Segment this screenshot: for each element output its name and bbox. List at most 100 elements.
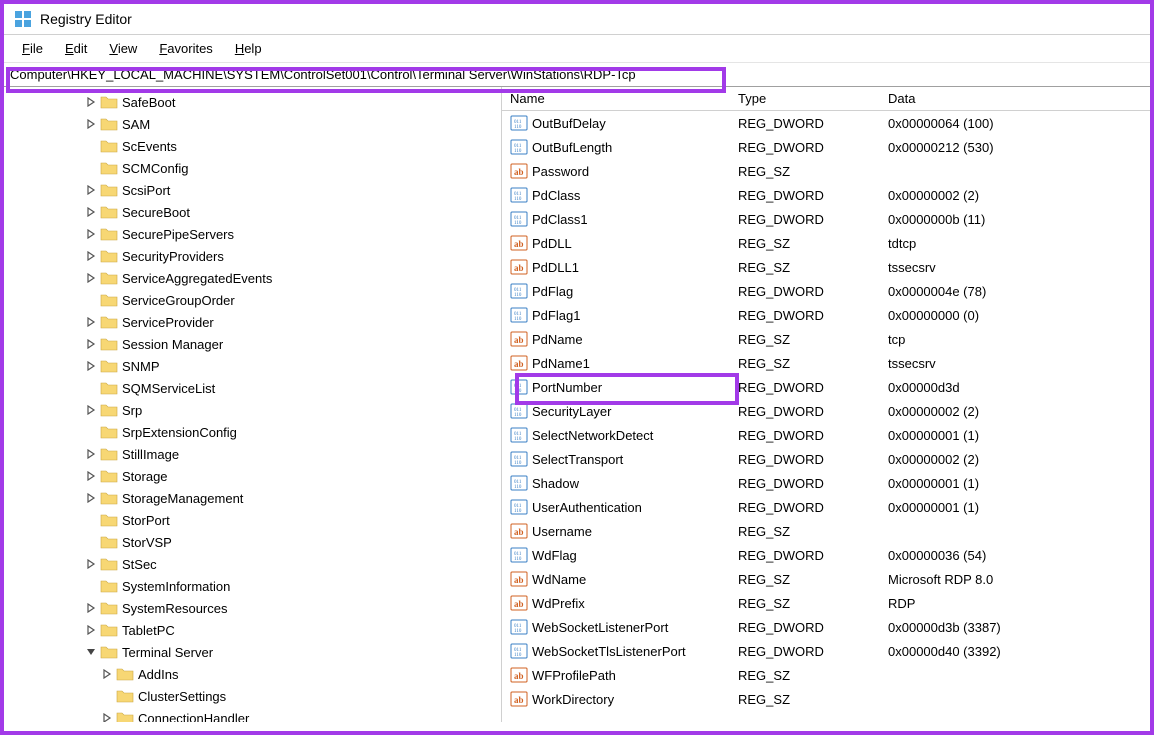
expander-icon[interactable] [84,469,98,483]
value-row[interactable]: abUsernameREG_SZ [502,519,1150,543]
value-row[interactable]: 011110ShadowREG_DWORD0x00000001 (1) [502,471,1150,495]
value-row[interactable]: 011110UserAuthenticationREG_DWORD0x00000… [502,495,1150,519]
value-row[interactable]: 011110PdFlagREG_DWORD0x0000004e (78) [502,279,1150,303]
value-row[interactable]: 011110PdFlag1REG_DWORD0x00000000 (0) [502,303,1150,327]
value-row[interactable]: 011110PortNumberREG_DWORD0x00000d3d [502,375,1150,399]
expander-icon[interactable] [84,117,98,131]
expander-icon[interactable] [84,359,98,373]
expander-icon[interactable] [84,601,98,615]
tree-item[interactable]: StorPort [4,509,501,531]
value-row[interactable]: 011110SelectTransportREG_DWORD0x00000002… [502,447,1150,471]
tree-item[interactable]: SNMP [4,355,501,377]
menu-help[interactable]: Help [225,37,272,60]
value-row[interactable]: 011110WdFlagREG_DWORD0x00000036 (54) [502,543,1150,567]
tree-item[interactable]: SCMConfig [4,157,501,179]
folder-icon [100,579,118,593]
value-row[interactable]: 011110PdClassREG_DWORD0x00000002 (2) [502,183,1150,207]
menu-view[interactable]: View [99,37,147,60]
expander-icon[interactable] [84,139,98,153]
tree-item[interactable]: SafeBoot [4,91,501,113]
tree-item[interactable]: ClusterSettings [4,685,501,707]
tree-item[interactable]: SecurePipeServers [4,223,501,245]
value-row[interactable]: abPdDLLREG_SZtdtcp [502,231,1150,255]
tree-item[interactable]: ServiceAggregatedEvents [4,267,501,289]
expander-icon[interactable] [84,535,98,549]
expander-icon[interactable] [84,161,98,175]
menu-favorites[interactable]: Favorites [149,37,222,60]
expander-icon[interactable] [84,579,98,593]
expander-icon[interactable] [84,403,98,417]
tree-item[interactable]: Terminal Server [4,641,501,663]
value-row[interactable]: 011110SelectNetworkDetectREG_DWORD0x0000… [502,423,1150,447]
expander-icon[interactable] [84,557,98,571]
expander-icon[interactable] [100,689,114,703]
value-row[interactable]: abPdDLL1REG_SZtssecsrv [502,255,1150,279]
expander-icon[interactable] [84,249,98,263]
value-row[interactable]: abWorkDirectoryREG_SZ [502,687,1150,711]
expander-icon[interactable] [84,425,98,439]
value-row[interactable]: 011110PdClass1REG_DWORD0x0000000b (11) [502,207,1150,231]
tree-item[interactable]: Srp [4,399,501,421]
tree-item[interactable]: AddIns [4,663,501,685]
tree-item[interactable]: StorageManagement [4,487,501,509]
tree-item[interactable]: SecurityProviders [4,245,501,267]
expander-icon[interactable] [84,337,98,351]
tree-item[interactable]: StillImage [4,443,501,465]
value-row[interactable]: 011110OutBufDelayREG_DWORD0x00000064 (10… [502,111,1150,135]
tree-item[interactable]: SystemInformation [4,575,501,597]
tree-item[interactable]: ServiceGroupOrder [4,289,501,311]
col-header-type[interactable]: Type [730,87,880,110]
menu-file[interactable]: File [12,37,53,60]
expander-icon[interactable] [84,293,98,307]
expander-icon[interactable] [84,315,98,329]
tree-item[interactable]: StSec [4,553,501,575]
tree-item[interactable]: SystemResources [4,597,501,619]
tree-item[interactable]: TabletPC [4,619,501,641]
value-row[interactable]: 011110SecurityLayerREG_DWORD0x00000002 (… [502,399,1150,423]
tree-item[interactable]: ScEvents [4,135,501,157]
tree-item[interactable]: ServiceProvider [4,311,501,333]
tree-pane[interactable]: SafeBootSAMScEventsSCMConfigScsiPortSecu… [4,87,502,722]
tree-item[interactable]: StorVSP [4,531,501,553]
expander-icon[interactable] [84,645,98,659]
folder-icon [100,645,118,659]
value-row[interactable]: abWFProfilePathREG_SZ [502,663,1150,687]
binary-value-icon: 011110 [510,643,528,659]
menu-edit[interactable]: Edit [55,37,97,60]
expander-icon[interactable] [84,183,98,197]
expander-icon[interactable] [84,447,98,461]
tree-item[interactable]: ScsiPort [4,179,501,201]
value-row[interactable]: abPasswordREG_SZ [502,159,1150,183]
expander-icon[interactable] [84,95,98,109]
address-input[interactable] [4,63,1150,86]
col-header-data[interactable]: Data [880,87,1150,110]
svg-text:ab: ab [514,335,524,345]
value-row[interactable]: abWdPrefixREG_SZRDP [502,591,1150,615]
expander-icon[interactable] [84,381,98,395]
expander-icon[interactable] [100,667,114,681]
expander-icon[interactable] [100,711,114,722]
tree-item[interactable]: SecureBoot [4,201,501,223]
expander-icon[interactable] [84,513,98,527]
expander-icon[interactable] [84,227,98,241]
value-row[interactable]: 011110WebSocketListenerPortREG_DWORD0x00… [502,615,1150,639]
value-name: PortNumber [532,380,602,395]
value-row[interactable]: abWdNameREG_SZMicrosoft RDP 8.0 [502,567,1150,591]
tree-item[interactable]: SrpExtensionConfig [4,421,501,443]
expander-icon[interactable] [84,205,98,219]
col-header-name[interactable]: Name [502,87,730,110]
tree-item[interactable]: Storage [4,465,501,487]
value-row[interactable]: 011110OutBufLengthREG_DWORD0x00000212 (5… [502,135,1150,159]
list-pane[interactable]: Name Type Data 011110OutBufDelayREG_DWOR… [502,87,1150,722]
expander-icon[interactable] [84,491,98,505]
value-row[interactable]: abPdName1REG_SZtssecsrv [502,351,1150,375]
tree-item[interactable]: SQMServiceList [4,377,501,399]
expander-icon[interactable] [84,271,98,285]
expander-icon[interactable] [84,623,98,637]
value-row[interactable]: 011110WebSocketTlsListenerPortREG_DWORD0… [502,639,1150,663]
tree-item[interactable]: ConnectionHandler [4,707,501,722]
value-row[interactable]: abPdNameREG_SZtcp [502,327,1150,351]
value-data: 0x00000000 (0) [880,308,1150,323]
tree-item[interactable]: Session Manager [4,333,501,355]
tree-item[interactable]: SAM [4,113,501,135]
